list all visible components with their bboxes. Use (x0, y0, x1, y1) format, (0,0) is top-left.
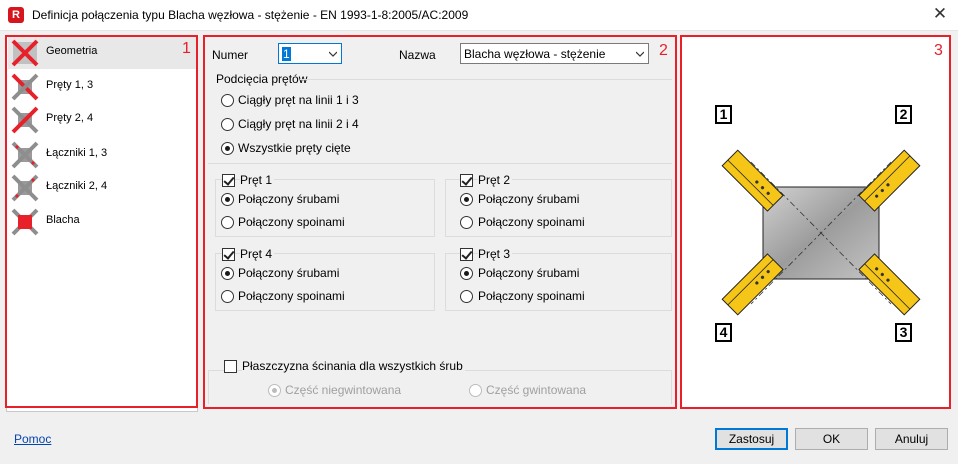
help-link[interactable]: Pomoc (14, 432, 51, 446)
close-icon[interactable]: ✕ (932, 5, 948, 23)
panel-1-outline (5, 35, 198, 408)
app-icon: R (8, 7, 24, 23)
panel-2-number: 2 (659, 42, 668, 59)
panel-1-number: 1 (182, 40, 191, 57)
panel-3-number: 3 (934, 42, 943, 59)
panel-2-outline (203, 35, 677, 409)
ok-button[interactable]: OK (795, 428, 868, 450)
cancel-button[interactable]: Anuluj (875, 428, 948, 450)
title-bar: R Definicja połączenia typu Blacha węzło… (0, 0, 958, 31)
window-title: Definicja połączenia typu Blacha węzłowa… (32, 8, 469, 22)
apply-button[interactable]: Zastosuj (715, 428, 788, 450)
panel-3-outline (680, 35, 951, 409)
